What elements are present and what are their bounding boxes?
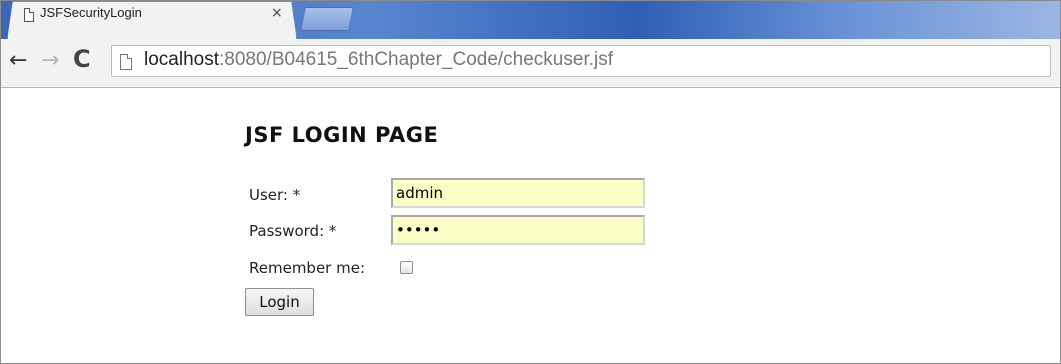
url-text[interactable]: localhost:8080/B04615_6thChapter_Code/ch… — [144, 49, 613, 71]
back-arrow-icon[interactable]: ← — [9, 47, 27, 75]
remember-me-label: Remember me: — [249, 259, 366, 277]
tab-strip: JSFSecurityLogin × — [1, 1, 1060, 41]
url-path: :8080/B04615_6thChapter_Code/checkuser.j… — [219, 49, 613, 70]
page-title: JSF LOGIN PAGE — [245, 123, 439, 147]
user-input[interactable] — [391, 178, 645, 208]
reload-icon[interactable]: C — [73, 45, 91, 73]
password-label: Password: * — [249, 222, 337, 240]
remember-me-checkbox[interactable] — [400, 261, 413, 274]
page-content: JSF LOGIN PAGE User: * Password: * Remem… — [1, 88, 1060, 363]
page-icon — [120, 54, 132, 70]
login-button[interactable]: Login — [245, 288, 314, 316]
tab-title: JSFSecurityLogin — [40, 5, 142, 20]
tab-jsfsecuritylogin[interactable]: JSFSecurityLogin × — [7, 1, 297, 41]
browser-window: JSFSecurityLogin × ← → C localhost:8080/… — [0, 0, 1061, 364]
browser-toolbar: ← → C localhost:8080/B04615_6thChapter_C… — [1, 39, 1060, 88]
tab-close-icon[interactable]: × — [271, 5, 283, 21]
page-icon — [24, 8, 34, 22]
user-label: User: * — [249, 186, 301, 204]
password-input[interactable] — [391, 215, 645, 245]
new-tab-button[interactable] — [301, 7, 353, 31]
forward-arrow-icon[interactable]: → — [41, 47, 59, 75]
url-host: localhost — [144, 49, 219, 70]
address-bar[interactable]: localhost:8080/B04615_6thChapter_Code/ch… — [111, 45, 1051, 77]
